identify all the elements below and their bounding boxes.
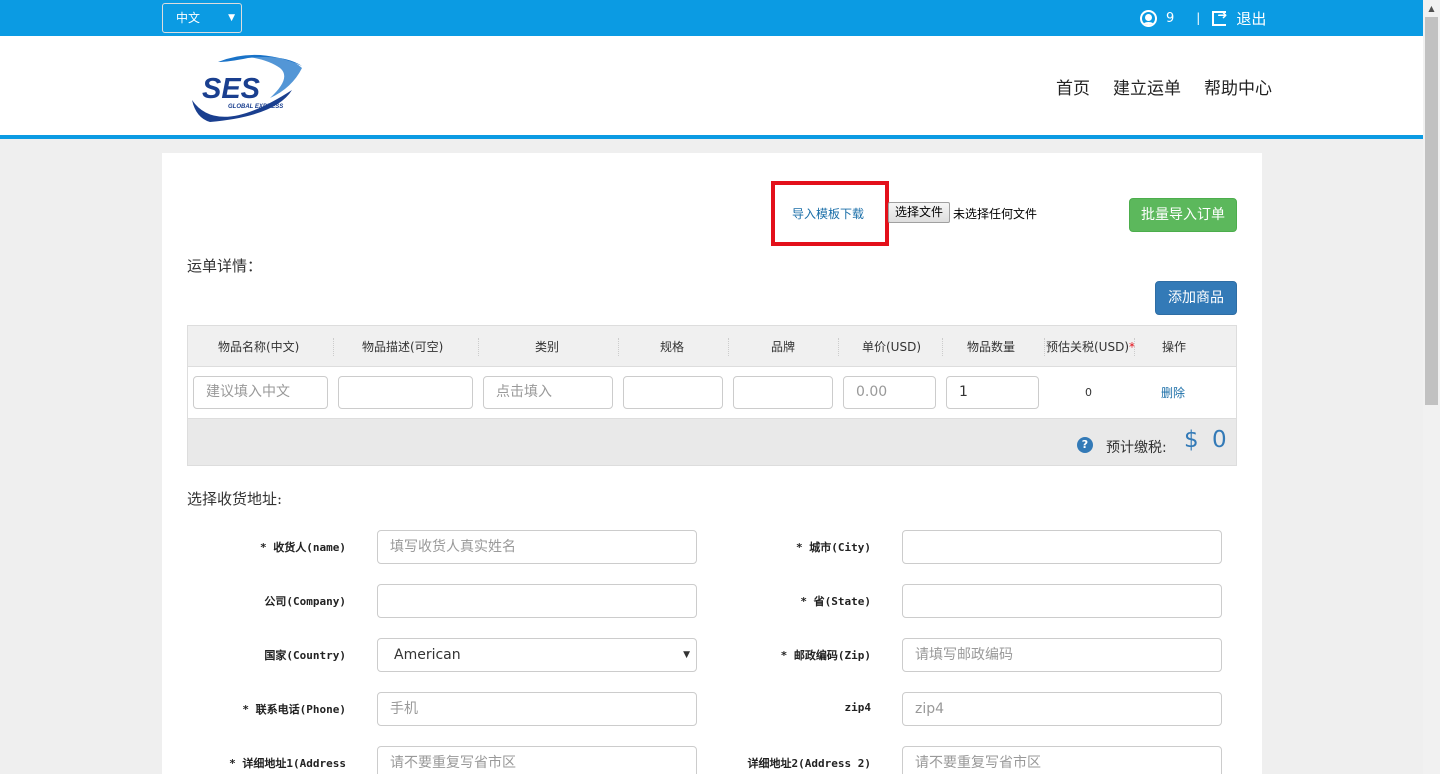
scrollbar-thumb[interactable]	[1425, 17, 1438, 405]
divider: |	[1196, 11, 1201, 25]
col-separator	[333, 338, 334, 356]
user-icon[interactable]	[1140, 9, 1157, 27]
highlight-annotation-box	[771, 181, 889, 246]
item-description-input[interactable]	[338, 376, 473, 409]
batch-import-button[interactable]: 批量导入订单	[1129, 198, 1237, 232]
col-name: 物品名称(中文)	[218, 340, 300, 354]
address2-label: 详细地址2(Address 2)	[747, 757, 871, 770]
item-quantity-input[interactable]: 1	[946, 376, 1039, 409]
state-input[interactable]	[902, 584, 1222, 618]
col-separator	[728, 338, 729, 356]
nav-create-waybill[interactable]: 建立运单	[1113, 74, 1181, 99]
company-label: 公司(Company)	[264, 595, 346, 608]
table-header: 物品名称(中文) 物品描述(可空) 类别 规格 品牌 单价(USD) 物品数量 …	[188, 326, 1236, 367]
estimated-tax-currency: $	[1184, 427, 1199, 453]
choose-file-button[interactable]: 选择文件	[888, 202, 950, 223]
address-section-title: 选择收货地址:	[187, 490, 283, 508]
item-brand-input[interactable]	[733, 376, 833, 409]
nav-home[interactable]: 首页	[1056, 74, 1090, 99]
col-est-tax-label: 预估关税(USD)	[1046, 340, 1130, 354]
language-select[interactable]: 中文 ▼	[162, 3, 242, 33]
col-separator	[478, 338, 479, 356]
table-footer: ? 预计缴税: $ 0	[188, 418, 1236, 465]
col-separator	[1134, 338, 1135, 356]
zip4-label: zip4	[844, 701, 872, 714]
col-description: 物品描述(可空)	[362, 340, 444, 354]
chevron-down-icon: ▼	[228, 13, 235, 23]
items-table: 物品名称(中文) 物品描述(可空) 类别 规格 品牌 单价(USD) 物品数量 …	[187, 325, 1237, 466]
estimated-tax-label: 预计缴税:	[1106, 440, 1167, 456]
col-quantity: 物品数量	[967, 340, 1016, 354]
site-header: SES GLOBAL EXPRESS 首页 建立运单 帮助中心	[0, 36, 1423, 139]
item-spec-input[interactable]	[623, 376, 723, 409]
item-price-input[interactable]: 0.00	[843, 376, 936, 409]
zip-input[interactable]: 请填写邮政编码	[902, 638, 1222, 672]
help-icon[interactable]: ?	[1077, 437, 1093, 453]
col-separator	[838, 338, 839, 356]
col-spec: 规格	[660, 340, 685, 354]
scroll-up-arrow-icon[interactable]: ▲	[1423, 0, 1440, 17]
company-input[interactable]	[377, 584, 697, 618]
col-separator	[942, 338, 943, 356]
item-est-tax-value: 0	[1085, 386, 1092, 399]
address1-label: * 详细地址1(Address	[229, 757, 346, 770]
col-brand: 品牌	[771, 340, 796, 354]
col-separator	[1044, 338, 1045, 356]
estimated-tax-amount: 0	[1212, 427, 1227, 453]
state-label: * 省(State)	[800, 595, 871, 608]
country-value: American	[394, 647, 461, 663]
main-nav: 首页 建立运单 帮助中心	[1056, 74, 1272, 99]
col-actions: 操作	[1162, 340, 1187, 354]
logo-subtext: GLOBAL EXPRESS	[228, 104, 283, 110]
city-label: * 城市(City)	[796, 541, 871, 554]
col-est-tax: 预估关税(USD)*	[1046, 338, 1135, 355]
chevron-down-icon: ▼	[683, 650, 690, 660]
col-separator	[618, 338, 619, 356]
country-select[interactable]: American ▼	[377, 638, 697, 672]
logo-text: SES	[202, 73, 261, 105]
top-bar: 中文 ▼ 9 | 退出	[0, 0, 1423, 36]
user-count[interactable]: 9	[1166, 11, 1174, 26]
phone-input[interactable]: 手机	[377, 692, 697, 726]
zip-label: * 邮政编码(Zip)	[780, 649, 871, 662]
logout-icon[interactable]	[1212, 8, 1227, 26]
item-name-input[interactable]: 建议填入中文	[193, 376, 328, 409]
col-category: 类别	[535, 340, 560, 354]
recipient-name-input[interactable]: 填写收货人真实姓名	[377, 530, 697, 564]
col-unit-price: 单价(USD)	[862, 340, 922, 354]
recipient-name-label: * 收货人(name)	[260, 541, 346, 554]
language-value: 中文	[176, 11, 201, 25]
nav-help-center[interactable]: 帮助中心	[1204, 74, 1272, 99]
file-status-text: 未选择任何文件	[953, 207, 1038, 221]
address2-input[interactable]: 请不要重复写省市区	[902, 746, 1222, 774]
user-area: 9 | 退出	[1140, 8, 1266, 28]
logout-link[interactable]: 退出	[1236, 8, 1266, 29]
waybill-section-title: 运单详情：	[187, 257, 263, 275]
item-category-input[interactable]: 点击填入	[483, 376, 613, 409]
add-item-button[interactable]: 添加商品	[1155, 281, 1237, 315]
delete-item-link[interactable]: 删除	[1161, 384, 1185, 401]
address1-input[interactable]: 请不要重复写省市区	[377, 746, 697, 774]
ses-logo[interactable]: SES GLOBAL EXPRESS	[188, 48, 306, 126]
city-input[interactable]	[902, 530, 1222, 564]
phone-label: * 联系电话(Phone)	[242, 703, 346, 716]
country-label: 国家(Country)	[264, 649, 346, 662]
zip4-input[interactable]: zip4	[902, 692, 1222, 726]
